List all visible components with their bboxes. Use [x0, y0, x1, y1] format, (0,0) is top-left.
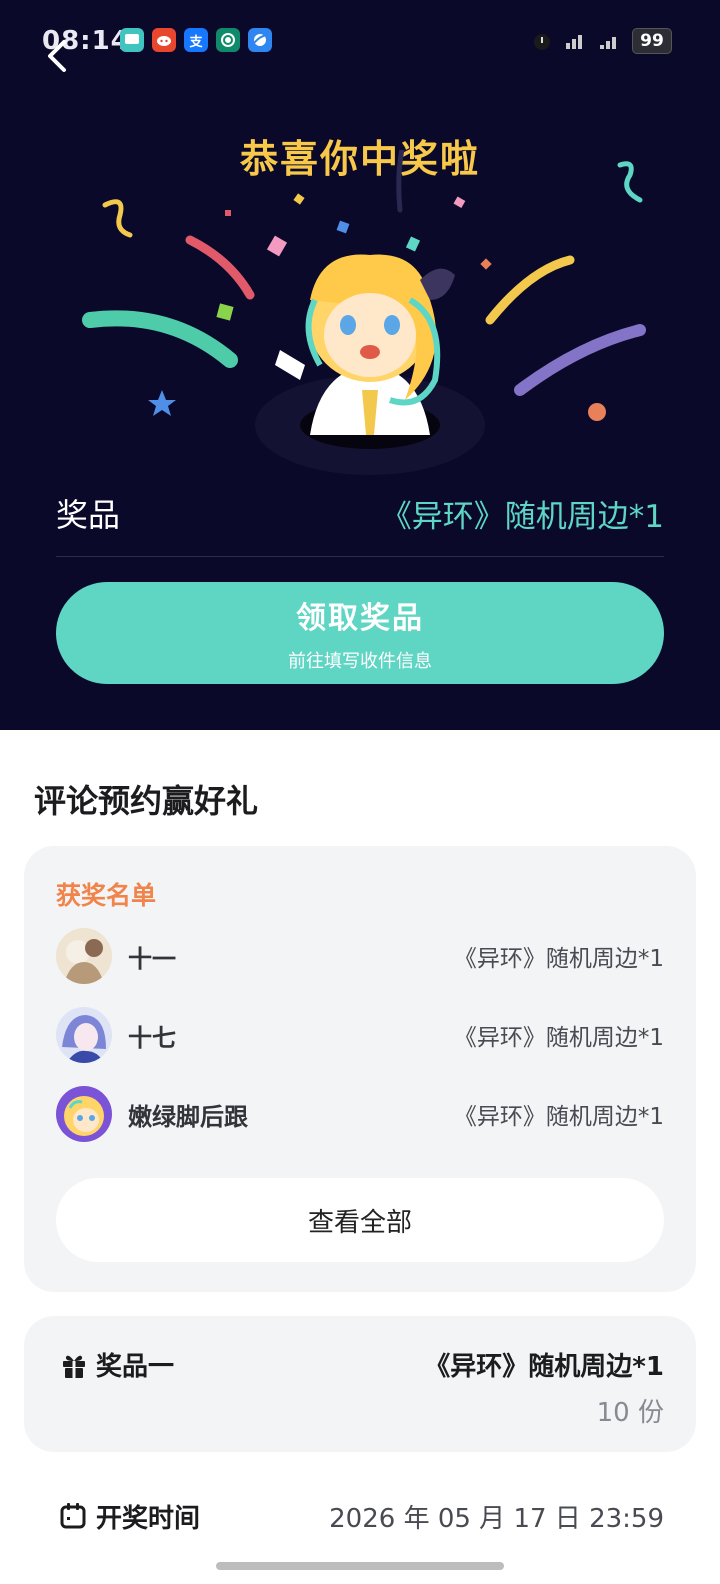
bank-app-icon — [216, 28, 240, 52]
avatar — [56, 1007, 112, 1063]
winner-name: 嫩绿脚后跟 — [128, 1102, 248, 1131]
status-right: 99 — [530, 28, 672, 54]
battery-indicator: 99 — [632, 28, 672, 54]
home-indicator[interactable] — [216, 1562, 504, 1570]
prize-label: 奖品 — [56, 496, 121, 534]
prize-card-name: 《异环》随机周边*1 — [424, 1352, 664, 1382]
reddit-app-icon — [152, 28, 176, 52]
prize-card-label: 奖品一 — [96, 1352, 175, 1382]
notification-icons: 支 — [120, 28, 272, 52]
winners-card: 获奖名单 十一 《异环》随机周边*1 十七 《异环》随机周边*1 嫩绿脚后跟 《… — [24, 846, 696, 1292]
avatar — [56, 1086, 112, 1142]
gift-icon — [63, 1355, 85, 1378]
draw-time-row: 开奖时间 2026 年 05 月 17 日 23:59 — [60, 1494, 664, 1538]
back-icon[interactable] — [40, 38, 76, 74]
winner-prize: 《异环》随机周边*1 — [453, 1104, 664, 1130]
prize-card: 奖品一 《异环》随机周边*1 10 份 — [24, 1316, 696, 1452]
prize-card-label-group: 奖品一 — [60, 1346, 174, 1383]
winner-prize: 《异环》随机周边*1 — [453, 1025, 664, 1051]
prize-value: 《异环》随机周边*1 — [380, 498, 664, 535]
claim-prize-button[interactable]: 领取奖品 前往填写收件信息 — [56, 582, 664, 684]
alarm-icon — [534, 34, 550, 50]
draw-label: 开奖时间 — [96, 1503, 201, 1534]
message-app-icon — [120, 28, 144, 52]
data-signal-icon — [566, 35, 582, 49]
winner-row: 嫩绿脚后跟 《异环》随机周边*1 — [56, 1086, 664, 1142]
status-bar: 08:14 支 99 — [0, 18, 720, 62]
browser-app-icon — [248, 28, 272, 52]
winner-name: 十一 — [128, 944, 176, 973]
draw-time: 2026 年 05 月 17 日 23:59 — [329, 1503, 664, 1534]
celebration-illustration — [82, 150, 646, 475]
winner-name: 十七 — [128, 1023, 176, 1052]
prize-header: 08:14 支 99 恭喜你中奖啦 奖品 《异环》随机周边*1 领取奖品 前往填… — [0, 0, 720, 730]
avatar — [56, 928, 112, 984]
winner-row: 十一 《异环》随机周边*1 — [56, 928, 664, 984]
calendar-icon — [60, 1503, 86, 1529]
winner-row: 十七 《异环》随机周边*1 — [56, 1007, 664, 1063]
prize-info-row: 奖品 《异环》随机周边*1 — [56, 488, 664, 538]
prize-card-count: 10 份 — [596, 1398, 664, 1428]
winners-label: 获奖名单 — [56, 881, 157, 910]
signal-icon — [600, 37, 616, 49]
alipay-app-icon: 支 — [184, 28, 208, 52]
view-all-button[interactable]: 查看全部 — [56, 1178, 664, 1262]
section-title: 评论预约赢好礼 — [34, 782, 259, 820]
claim-button-title: 领取奖品 — [296, 601, 424, 636]
claim-button-subtitle: 前往填写收件信息 — [288, 651, 432, 672]
divider — [56, 556, 664, 557]
winner-prize: 《异环》随机周边*1 — [453, 946, 664, 972]
